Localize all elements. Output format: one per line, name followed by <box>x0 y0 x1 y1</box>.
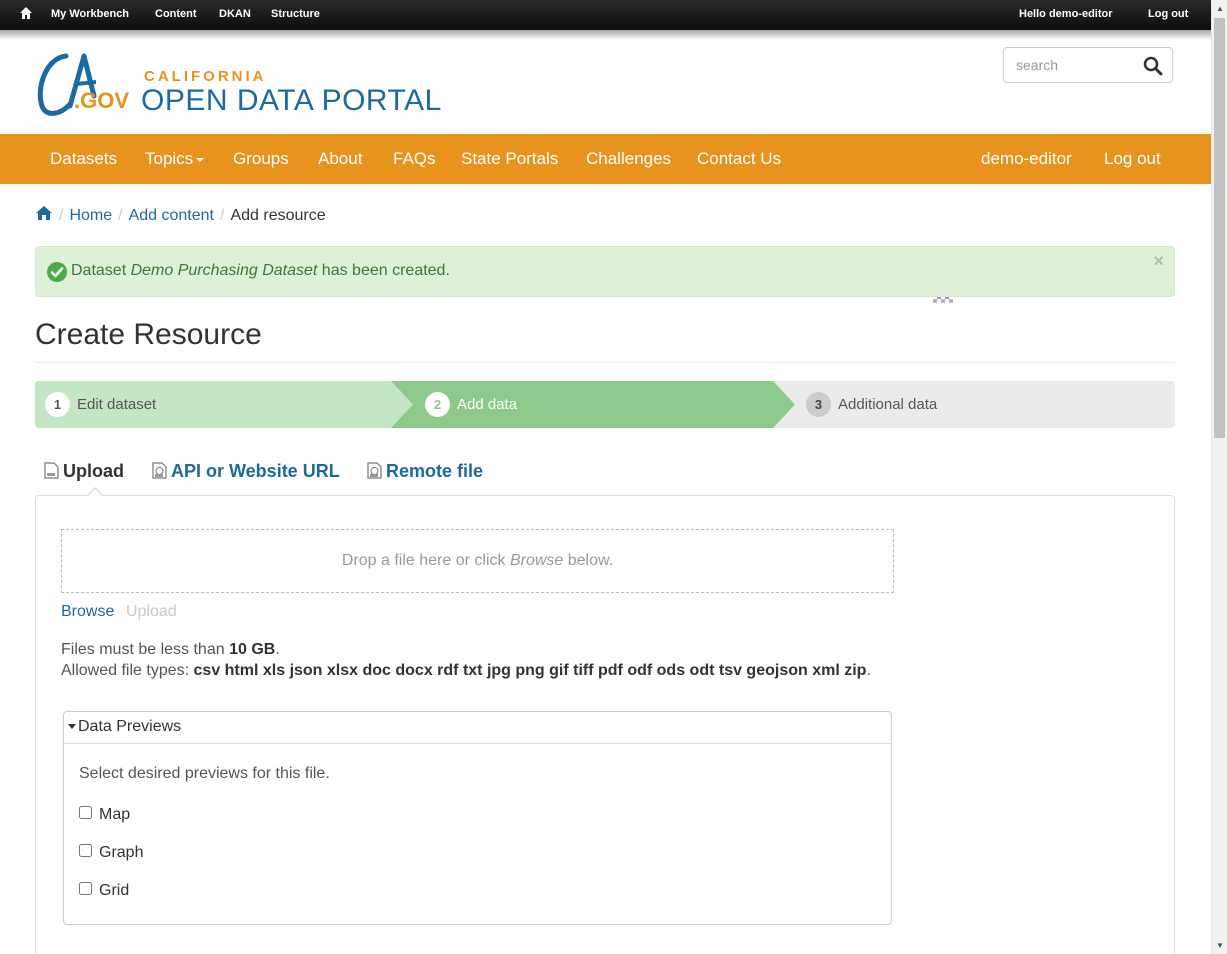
file-dropzone[interactable]: Drop a file here or click Browse below. <box>61 529 894 593</box>
nav-groups[interactable]: Groups <box>233 149 289 169</box>
success-alert: Dataset Demo Purchasing Dataset has been… <box>35 246 1175 297</box>
scroll-up-arrow-icon[interactable]: ▲ <box>1216 4 1224 13</box>
step-number: 3 <box>806 392 831 417</box>
nav-logout[interactable]: Log out <box>1104 149 1161 169</box>
data-previews-toggle[interactable]: Data Previews <box>68 718 181 736</box>
file-remote-icon <box>367 462 382 479</box>
dropdown-caret-icon <box>196 157 205 162</box>
search-form <box>1003 47 1173 83</box>
breadcrumb: / Home / Add content / Add resource <box>35 205 326 225</box>
browse-button[interactable]: Browse <box>61 603 114 621</box>
breadcrumb-separator: / <box>59 207 64 224</box>
file-icon <box>44 462 59 479</box>
home-icon[interactable] <box>19 6 33 20</box>
admin-link-dkan[interactable]: DKAN <box>219 8 251 20</box>
nav-contact-us[interactable]: Contact Us <box>697 149 781 169</box>
active-tab-pointer-fill <box>88 489 102 496</box>
step-label: Add data <box>457 396 518 413</box>
collapse-triangle-icon <box>68 724 76 730</box>
main-navigation: Datasets Topics Groups About FAQs State … <box>0 134 1211 305</box>
admin-link-structure[interactable]: Structure <box>271 8 320 20</box>
admin-logout-link[interactable]: Log out <box>1148 8 1188 20</box>
search-icon[interactable] <box>1143 56 1163 76</box>
scroll-down-arrow-icon[interactable]: ▼ <box>1216 941 1224 950</box>
nav-faqs[interactable]: FAQs <box>393 149 436 169</box>
home-icon[interactable] <box>35 205 53 221</box>
grid-checkbox[interactable] <box>79 882 92 895</box>
breadcrumb-current: Add resource <box>230 207 326 224</box>
preview-option-grid[interactable]: Grid <box>79 882 129 900</box>
admin-greeting: Hello demo-editor <box>1019 8 1113 20</box>
breadcrumb-home[interactable]: Home <box>69 207 112 224</box>
file-size-limit: Files must be less than 10 GB. <box>61 641 280 658</box>
upload-button[interactable]: Upload <box>126 603 177 621</box>
tab-upload[interactable]: Upload <box>44 461 124 482</box>
page-title: Create Resource <box>35 318 262 351</box>
site-state-label: CALIFORNIA <box>144 68 267 85</box>
nav-state-portals[interactable]: State Portals <box>461 149 558 169</box>
step-label: Additional data <box>838 396 938 413</box>
step-progress: 3 Additional data 1 Edit dataset 2 Add d… <box>35 381 1175 428</box>
site-name[interactable]: OPEN DATA PORTAL <box>141 84 442 118</box>
breadcrumb-separator: / <box>118 207 123 224</box>
title-divider <box>35 362 1175 363</box>
alert-dataset-name: Demo Purchasing Dataset <box>130 262 318 279</box>
logo-gov-text: .GOV <box>74 88 129 113</box>
breadcrumb-separator: / <box>220 207 225 224</box>
step-label: Edit dataset <box>77 396 157 413</box>
nav-user-profile[interactable]: demo-editor <box>981 149 1072 169</box>
map-checkbox[interactable] <box>79 806 92 819</box>
close-icon[interactable]: × <box>1153 251 1164 272</box>
search-input[interactable] <box>1004 48 1134 82</box>
admin-link-my-workbench[interactable]: My Workbench <box>51 8 129 20</box>
nav-datasets[interactable]: Datasets <box>50 149 117 169</box>
alert-message: Dataset Demo Purchasing Dataset has been… <box>71 262 450 279</box>
allowed-file-types: Allowed file types: csv html xls json xl… <box>61 662 871 679</box>
file-link-icon <box>152 462 167 479</box>
breadcrumb-add-content[interactable]: Add content <box>129 207 214 224</box>
nav-topics[interactable]: Topics <box>145 149 205 169</box>
graph-checkbox[interactable] <box>79 844 92 857</box>
file-requirements: Files must be less than 10 GB. Allowed f… <box>61 639 871 681</box>
check-circle-icon <box>47 262 67 282</box>
admin-toolbar: My Workbench Content DKAN Structure Hell… <box>0 0 1211 30</box>
tab-remote-file[interactable]: Remote file <box>367 461 483 482</box>
step-number: 2 <box>425 392 450 417</box>
step-edit-dataset[interactable]: 1 Edit dataset <box>35 381 395 428</box>
toolbar-shadow <box>0 30 1211 40</box>
admin-username[interactable]: demo-editor <box>1049 8 1113 20</box>
step-number: 1 <box>45 392 70 417</box>
previews-description: Select desired previews for this file. <box>79 765 330 782</box>
nav-about[interactable]: About <box>318 149 362 169</box>
scrollbar-thumb[interactable] <box>1214 18 1225 438</box>
tab-api-url[interactable]: API or Website URL <box>152 461 340 482</box>
preview-option-graph[interactable]: Graph <box>79 844 143 862</box>
admin-link-content[interactable]: Content <box>155 8 197 20</box>
preview-option-map[interactable]: Map <box>79 806 130 824</box>
nav-challenges[interactable]: Challenges <box>586 149 671 169</box>
page-scrollbar[interactable]: ▲ ▼ <box>1211 0 1227 954</box>
ca-gov-logo[interactable]: .GOV <box>36 48 131 118</box>
step-add-data[interactable]: 2 Add data <box>393 381 773 428</box>
fieldset-divider <box>64 743 891 744</box>
